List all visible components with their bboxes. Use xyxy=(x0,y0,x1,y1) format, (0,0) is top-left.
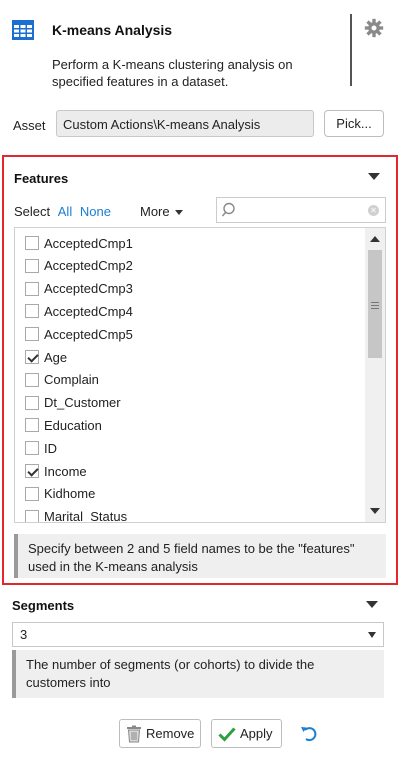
feature-checkbox[interactable] xyxy=(25,304,39,319)
page-description: Perform a K-means clustering analysis on… xyxy=(52,57,293,89)
remove-button[interactable]: Remove xyxy=(119,719,201,748)
features-collapse-icon[interactable] xyxy=(368,173,380,180)
features-help-note: Specify between 2 and 5 field names to b… xyxy=(14,534,386,578)
feature-list-item[interactable]: AcceptedCmp1 xyxy=(25,232,133,254)
table-grid-icon xyxy=(12,20,34,40)
feature-label: AcceptedCmp2 xyxy=(44,258,133,274)
select-none-link[interactable]: None xyxy=(80,204,111,219)
select-label: Select xyxy=(14,204,51,219)
chevron-down-icon xyxy=(174,210,183,216)
feature-label: ID xyxy=(44,440,57,456)
apply-button[interactable]: Apply xyxy=(211,719,282,748)
feature-label: Education xyxy=(44,417,102,433)
feature-label: AcceptedCmp1 xyxy=(44,235,133,251)
feature-list-item[interactable]: Complain xyxy=(25,369,99,391)
scroll-down-icon[interactable] xyxy=(370,508,380,514)
asset-field[interactable]: Custom Actions\K-means Analysis xyxy=(56,110,314,137)
feature-list-item[interactable]: AcceptedCmp5 xyxy=(25,323,133,345)
feature-checkbox[interactable] xyxy=(25,418,39,433)
feature-checkbox[interactable] xyxy=(25,395,39,410)
undo-icon[interactable] xyxy=(299,724,319,744)
segments-collapse-icon[interactable] xyxy=(366,601,378,608)
feature-checkbox[interactable] xyxy=(25,464,39,478)
feature-label: Kidhome xyxy=(44,486,96,502)
feature-list-item[interactable]: Age xyxy=(25,346,67,368)
feature-label: Marital_Status xyxy=(44,509,128,523)
feature-list-item[interactable]: AcceptedCmp2 xyxy=(25,255,133,277)
feature-label: Income xyxy=(44,463,87,479)
feature-label: AcceptedCmp3 xyxy=(44,281,133,297)
feature-checkbox[interactable] xyxy=(25,441,39,456)
asset-row: Asset Custom Actions\K-means Analysis Pi… xyxy=(0,110,400,140)
grip-icon xyxy=(371,302,379,309)
feature-checkbox[interactable] xyxy=(25,350,39,364)
chevron-down-icon xyxy=(368,632,376,638)
panel-header: K-means Analysis Perform a K-means clust… xyxy=(0,0,400,110)
feature-checkbox[interactable] xyxy=(25,509,39,522)
feature-list-item[interactable]: ID xyxy=(25,437,57,459)
apply-label: Apply xyxy=(240,726,273,741)
segments-help-note: The number of segments (or cohorts) to d… xyxy=(12,650,384,698)
page-title: K-means Analysis xyxy=(52,22,173,38)
feature-list-item[interactable]: Marital_Status xyxy=(25,506,128,523)
feature-list-item[interactable]: AcceptedCmp3 xyxy=(25,278,133,300)
select-row: Select All None xyxy=(14,204,111,219)
feature-label: AcceptedCmp5 xyxy=(44,326,133,342)
feature-checkbox[interactable] xyxy=(25,281,39,296)
feature-list-item[interactable]: AcceptedCmp4 xyxy=(25,300,133,322)
feature-checkbox[interactable] xyxy=(25,372,39,387)
feature-label: AcceptedCmp4 xyxy=(44,303,133,319)
asset-label: Asset xyxy=(13,118,46,133)
segments-title: Segments xyxy=(12,598,75,613)
header-divider xyxy=(350,14,352,86)
feature-checkbox[interactable] xyxy=(25,327,39,342)
select-all-link[interactable]: All xyxy=(58,204,72,219)
feature-list: Marital_Status Kidhome Income ID Education Dt… xyxy=(14,227,386,523)
feature-checkbox[interactable] xyxy=(25,486,39,501)
feature-list-item[interactable]: Dt_Customer xyxy=(25,392,121,414)
search-icon xyxy=(221,202,235,217)
feature-label: Age xyxy=(44,349,68,365)
list-scrollbar[interactable] xyxy=(365,228,385,522)
scroll-up-icon[interactable] xyxy=(370,236,380,242)
feature-checkbox[interactable] xyxy=(25,236,39,250)
feature-label: Dt_Customer xyxy=(44,395,121,411)
feature-list-item[interactable]: Income xyxy=(25,460,87,482)
features-section: Features Select All None More ✕ Marital_… xyxy=(2,155,398,585)
scroll-thumb[interactable] xyxy=(368,250,382,358)
feature-checkbox[interactable] xyxy=(25,258,39,273)
more-label: More xyxy=(140,204,170,219)
segments-value: 3 xyxy=(20,627,28,642)
search-input[interactable]: ✕ xyxy=(216,197,386,223)
feature-label: Complain xyxy=(44,372,99,388)
clear-icon[interactable]: ✕ xyxy=(368,205,379,216)
feature-list-item[interactable]: Kidhome xyxy=(25,483,95,505)
pick-button[interactable]: Pick... xyxy=(324,110,384,137)
segments-select[interactable]: 3 xyxy=(12,622,384,647)
checkmark-icon xyxy=(218,726,236,742)
features-title: Features xyxy=(14,171,69,186)
trash-icon xyxy=(127,725,141,742)
more-menu-button[interactable]: More xyxy=(140,204,183,219)
gear-icon[interactable] xyxy=(364,18,384,38)
remove-label: Remove xyxy=(146,726,195,741)
feature-list-item[interactable]: Education xyxy=(25,414,102,436)
